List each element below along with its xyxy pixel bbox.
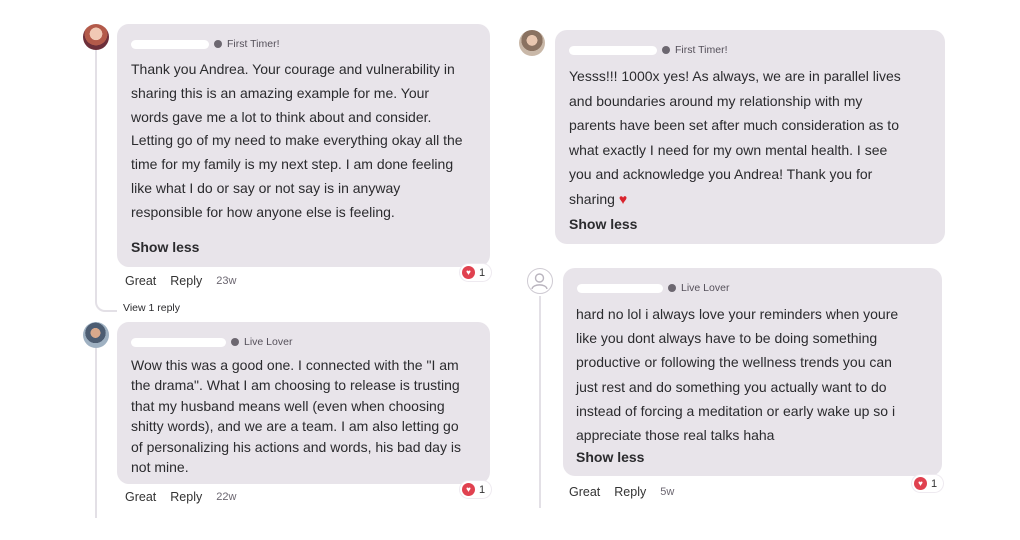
comment-text: Yesss!!! 1000x yes! As always, we are in…	[569, 68, 901, 207]
thread-line	[95, 50, 97, 300]
great-button[interactable]: Great	[125, 274, 156, 288]
author-name[interactable]	[569, 45, 657, 55]
badge-dot-icon	[231, 338, 239, 346]
author-badge: First Timer!	[227, 38, 280, 50]
author-badge: Live Lover	[681, 282, 730, 294]
badge-dot-icon	[662, 46, 670, 54]
thread-line	[539, 296, 541, 508]
timestamp: 23w	[216, 275, 237, 287]
great-button[interactable]: Great	[569, 485, 600, 499]
comment-meta: Live Lover	[131, 336, 292, 348]
badge-dot-icon	[214, 40, 222, 48]
author-name[interactable]	[577, 283, 663, 293]
avatar[interactable]	[519, 30, 545, 56]
reaction-count[interactable]: ♥ 1	[460, 264, 492, 281]
show-less-link[interactable]: Show less	[131, 239, 199, 255]
show-less-link[interactable]: Show less	[569, 216, 637, 232]
show-less-link[interactable]: Show less	[576, 449, 644, 465]
author-name[interactable]	[131, 39, 209, 49]
heart-icon: ♥	[914, 477, 927, 490]
reaction-count[interactable]: ♥ 1	[460, 481, 492, 498]
reply-connector	[95, 290, 117, 312]
author-name[interactable]	[131, 337, 226, 347]
badge-dot-icon	[668, 284, 676, 292]
heart-icon: ♥	[462, 266, 475, 279]
author-badge: Live Lover	[244, 336, 293, 348]
reaction-count[interactable]: ♥ 1	[912, 475, 944, 492]
reply-button[interactable]: Reply	[170, 274, 202, 288]
comment-bubble: Live Lover Wow this was a good one. I co…	[117, 322, 490, 484]
avatar[interactable]	[83, 24, 109, 50]
user-icon[interactable]	[527, 268, 553, 294]
comment-bubble: First Timer! Yesss!!! 1000x yes! As alwa…	[555, 30, 945, 244]
comment-meta: First Timer!	[569, 44, 728, 56]
timestamp: 22w	[216, 491, 237, 503]
comment-bubble: Live Lover hard no lol i always love you…	[563, 268, 942, 476]
reply-button[interactable]: Reply	[170, 490, 202, 504]
author-badge: First Timer!	[675, 44, 728, 56]
comment-text: Thank you Andrea. Your courage and vulne…	[131, 61, 463, 220]
heart-emoji-icon: ♥	[618, 190, 628, 207]
thread-line	[95, 348, 97, 518]
comment-actions: Great Reply 5w	[569, 485, 674, 499]
comment-actions: Great Reply 22w	[125, 490, 236, 504]
timestamp: 5w	[660, 486, 675, 498]
great-button[interactable]: Great	[125, 490, 156, 504]
comment-text: Wow this was a good one. I connected wit…	[131, 357, 461, 476]
comment-bubble: First Timer! Thank you Andrea. Your cour…	[117, 24, 490, 267]
avatar[interactable]	[83, 322, 109, 348]
comment-text: hard no lol i always love your reminders…	[576, 306, 899, 444]
comment-meta: First Timer!	[131, 38, 280, 50]
comment-meta: Live Lover	[577, 282, 729, 294]
reply-button[interactable]: Reply	[614, 485, 646, 499]
comment-actions: Great Reply 23w	[125, 274, 236, 288]
heart-icon: ♥	[462, 483, 475, 496]
view-replies-link[interactable]: View 1 reply	[123, 302, 180, 314]
